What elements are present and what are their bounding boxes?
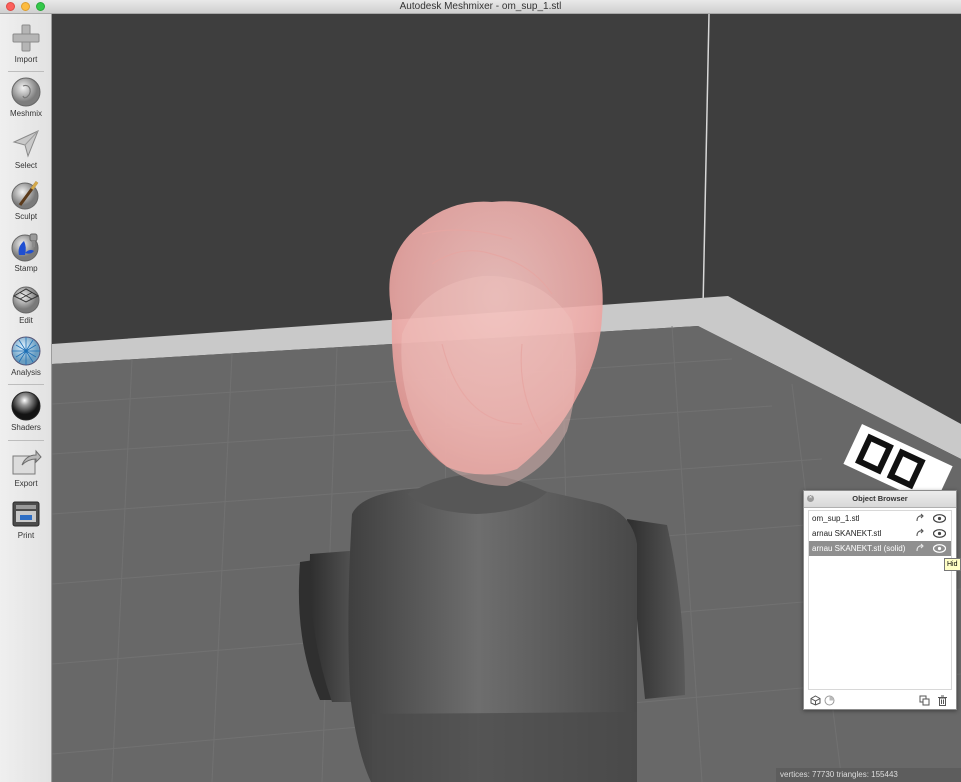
select-button[interactable]: Select <box>0 128 52 170</box>
analysis-button[interactable]: Analysis <box>0 335 52 377</box>
object-row[interactable]: arnau SKANEKT.stl <box>809 526 951 541</box>
cube-icon[interactable] <box>810 693 821 711</box>
stamp-label: Stamp <box>14 264 38 273</box>
print-button[interactable]: Print <box>0 498 52 540</box>
import-button[interactable]: Import <box>0 22 52 64</box>
shaders-button[interactable]: Shaders <box>0 390 52 432</box>
printer-icon <box>12 501 40 527</box>
select-arrow-icon <box>12 130 39 158</box>
export-icon <box>12 449 42 475</box>
sculpt-button[interactable]: Sculpt <box>0 179 52 221</box>
toolbar-separator <box>8 440 44 441</box>
object-name: arnau SKANEKT.stl <box>812 529 882 538</box>
shaders-label: Shaders <box>11 423 41 432</box>
visibility-eye-icon[interactable] <box>933 544 946 553</box>
meshmix-button[interactable]: Meshmix <box>0 76 52 118</box>
shaders-sphere-icon <box>11 391 41 421</box>
object-name: om_sup_1.stl <box>812 514 860 523</box>
transform-icon[interactable] <box>915 528 926 539</box>
print-label: Print <box>17 531 35 540</box>
object-name: arnau SKANEKT.stl (solid) <box>812 544 906 553</box>
toolbar-separator <box>8 384 44 385</box>
toolbar-separator <box>8 71 44 72</box>
object-browser-title: Object Browser <box>852 494 908 503</box>
object-browser-footer <box>808 692 952 706</box>
transform-icon[interactable] <box>915 513 926 524</box>
export-button[interactable]: Export <box>0 446 52 488</box>
transform-icon[interactable] <box>915 543 926 554</box>
object-browser-header: × Object Browser <box>804 491 956 508</box>
object-row[interactable]: om_sup_1.stl <box>809 511 951 526</box>
edit-label: Edit <box>19 316 33 325</box>
tooltip: Hid <box>944 558 961 571</box>
object-row-selected[interactable]: arnau SKANEKT.stl (solid) <box>809 541 951 556</box>
visibility-eye-icon[interactable] <box>933 514 946 523</box>
export-label: Export <box>14 479 38 488</box>
sculpt-brush-icon <box>11 181 39 210</box>
edit-button[interactable]: Edit <box>0 283 52 325</box>
duplicate-icon[interactable] <box>919 693 930 711</box>
stamp-button[interactable]: Stamp <box>0 231 52 273</box>
window-title: Autodesk Meshmixer - om_sup_1.stl <box>399 1 562 12</box>
select-label: Select <box>14 161 38 170</box>
trash-icon[interactable] <box>937 693 948 711</box>
title-bar: Autodesk Meshmixer - om_sup_1.stl <box>0 0 961 14</box>
status-bar: vertices: 77730 triangles: 155443 <box>776 768 961 782</box>
meshmix-icon <box>11 77 41 107</box>
analysis-label: Analysis <box>11 368 41 377</box>
object-list: om_sup_1.stl arnau SKANEKT.stl arnau SKA… <box>808 510 952 690</box>
plus-icon <box>12 24 40 52</box>
object-browser-panel: × Object Browser om_sup_1.stl arnau SKAN… <box>803 490 957 710</box>
import-label: Import <box>14 55 38 64</box>
edit-icon <box>12 286 40 314</box>
left-toolbar: Import Meshmix Select Sculpt Stamp Edit … <box>0 14 52 782</box>
stamp-icon <box>11 233 39 262</box>
visibility-eye-icon[interactable] <box>933 529 946 538</box>
meshmix-label: Meshmix <box>9 109 42 118</box>
analysis-icon <box>11 336 41 366</box>
sculpt-label: Sculpt <box>14 212 38 221</box>
pie-icon[interactable] <box>824 693 835 711</box>
